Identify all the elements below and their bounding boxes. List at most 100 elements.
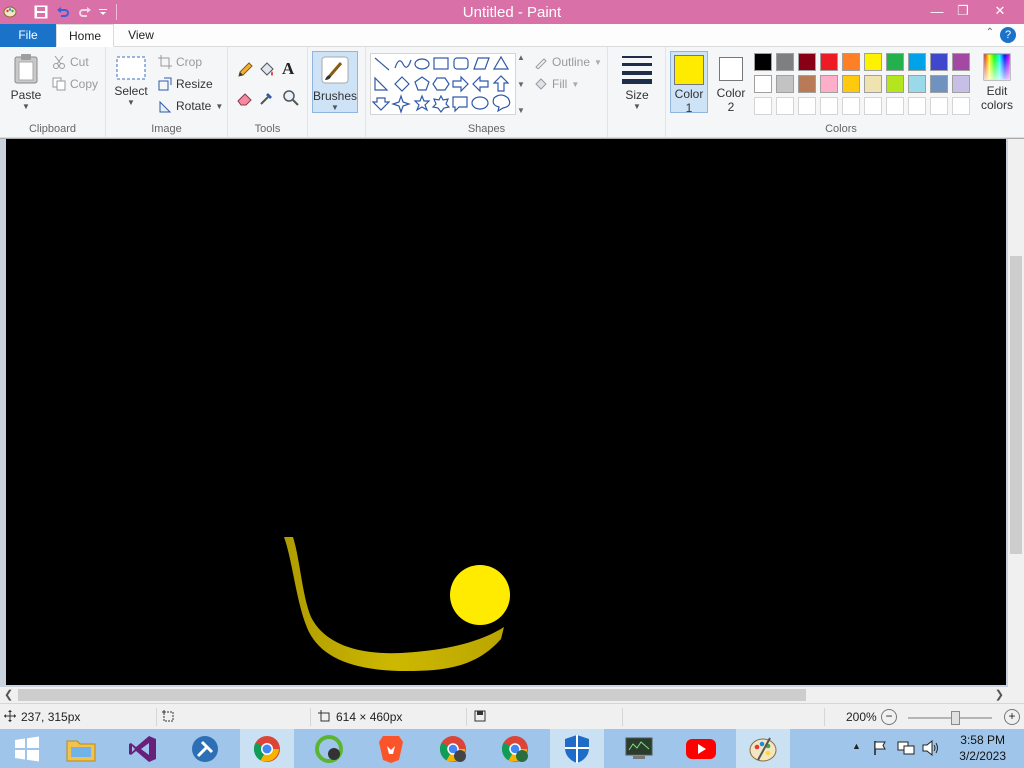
palette-swatch[interactable] [886,53,904,71]
shapes-gallery[interactable] [370,53,516,115]
palette-custom-slot[interactable] [776,97,794,115]
palette-swatch[interactable] [886,75,904,93]
cut-button[interactable]: Cut [52,55,89,69]
taskbar-paint[interactable] [736,729,790,768]
taskbar-cleaner-app[interactable] [302,729,356,768]
action-center-flag-icon[interactable] [872,740,888,759]
size-group: Size ▼ [608,47,666,137]
fill-bucket-icon[interactable] [258,61,276,82]
fill-button[interactable]: Fill ▼ [534,77,579,91]
palette-swatch[interactable] [754,75,772,93]
taskbar-brave[interactable] [364,729,418,768]
palette-custom-slot[interactable] [930,97,948,115]
zoom-slider-thumb[interactable] [951,711,960,725]
file-size-icon [474,710,486,725]
close-button[interactable]: ✕ [980,0,1020,22]
outline-button[interactable]: Outline ▼ [534,55,602,69]
taskbar-windows-defender[interactable] [550,729,604,768]
color-picker-icon[interactable] [258,89,276,110]
scroll-left-icon[interactable]: ❮ [4,688,13,701]
canvas-drawing [284,537,510,671]
zoom-in-button[interactable]: + [1004,709,1020,725]
palette-swatch[interactable] [864,53,882,71]
restore-button[interactable]: ❐ [946,0,980,22]
taskbar-file-explorer[interactable] [54,729,108,768]
pencil-icon[interactable] [236,61,254,82]
taskbar-chrome-profile-2[interactable] [426,729,480,768]
magnifier-icon[interactable] [282,89,300,110]
brushes-label: Brushes [313,89,358,103]
palette-custom-slot[interactable] [952,97,970,115]
network-icon[interactable] [897,740,915,759]
wrench-icon [192,735,218,762]
palette-swatch[interactable] [820,75,838,93]
volume-icon[interactable] [922,739,940,759]
palette-custom-slot[interactable] [820,97,838,115]
shapes-gallery-scroller[interactable]: ▲ ▼ ▼ [516,53,526,115]
palette-swatch[interactable] [908,75,926,93]
palette-swatch[interactable] [908,53,926,71]
palette-custom-slot[interactable] [864,97,882,115]
taskbar-visual-studio[interactable] [116,729,170,768]
crop-button[interactable]: Crop [158,55,202,69]
color1-button[interactable]: Color 1 [670,51,708,115]
eraser-icon[interactable] [236,89,254,110]
palette-swatch[interactable] [930,53,948,71]
palette-swatch[interactable] [776,75,794,93]
taskbar-clock[interactable]: 3:58 PM 3/2/2023 [959,732,1006,764]
tools-group: A Tools [228,47,308,137]
palette-swatch[interactable] [952,53,970,71]
horizontal-scroll-thumb[interactable] [18,689,806,701]
show-hidden-icons-icon[interactable]: ▲ [852,741,861,751]
start-button[interactable] [0,729,54,768]
minimize-ribbon-icon[interactable]: ⌃ [986,27,994,38]
edit-colors-button[interactable]: Edit colors [974,51,1020,112]
size-button[interactable]: Size ▼ [614,53,660,111]
palette-swatch[interactable] [842,75,860,93]
copy-button[interactable]: Copy [52,77,98,91]
palette-custom-slot[interactable] [754,97,772,115]
color2-button[interactable]: Color 2 [712,51,750,114]
taskbar-tools-app[interactable] [178,729,232,768]
palette-swatch[interactable] [798,53,816,71]
tab-view[interactable]: View [114,24,168,47]
ribbon: Paste ▼ Cut Copy Clipboard Select ▼ Crop… [0,47,1024,138]
palette-swatch[interactable] [776,53,794,71]
color2-swatch [719,57,743,81]
palette-swatch[interactable] [864,75,882,93]
palette-custom-slot[interactable] [798,97,816,115]
taskbar-youtube[interactable] [674,729,728,768]
taskbar-chrome-1[interactable] [240,729,294,768]
palette-swatch[interactable] [930,75,948,93]
palette-custom-slot[interactable] [842,97,860,115]
palette-swatch[interactable] [820,53,838,71]
palette-swatch[interactable] [842,53,860,71]
select-button[interactable]: Select ▼ [114,55,148,107]
taskbar-remote-desktop[interactable] [612,729,666,768]
taskbar-chrome-profile-3[interactable] [488,729,542,768]
shapes-expand-icon[interactable]: ▼ [517,106,525,115]
shapes-scroll-up-icon[interactable]: ▲ [517,53,525,62]
brushes-button[interactable]: Brushes ▼ [312,51,358,113]
help-button[interactable]: ? [1000,27,1016,43]
tab-file[interactable]: File [0,24,56,47]
yellow-circle [450,565,510,625]
drawing-canvas[interactable] [6,139,1006,685]
palette-swatch[interactable] [798,75,816,93]
resize-button[interactable]: Resize [158,77,213,91]
cut-label: Cut [70,55,89,69]
tab-home[interactable]: Home [56,24,114,47]
palette-swatch[interactable] [952,75,970,93]
color2-label-line1: Color [716,86,746,100]
palette-swatch[interactable] [754,53,772,71]
text-tool-icon[interactable]: A [282,59,294,79]
palette-custom-slot[interactable] [908,97,926,115]
palette-custom-slot[interactable] [886,97,904,115]
vertical-scroll-thumb[interactable] [1010,256,1022,554]
rotate-button[interactable]: Rotate ▼ [158,99,223,113]
shapes-scroll-down-icon[interactable]: ▼ [517,80,525,89]
paste-button[interactable]: Paste ▼ [6,53,46,111]
zoom-out-button[interactable]: − [881,709,897,725]
zoom-slider-track[interactable] [908,717,992,719]
scroll-right-icon[interactable]: ❯ [995,688,1004,701]
